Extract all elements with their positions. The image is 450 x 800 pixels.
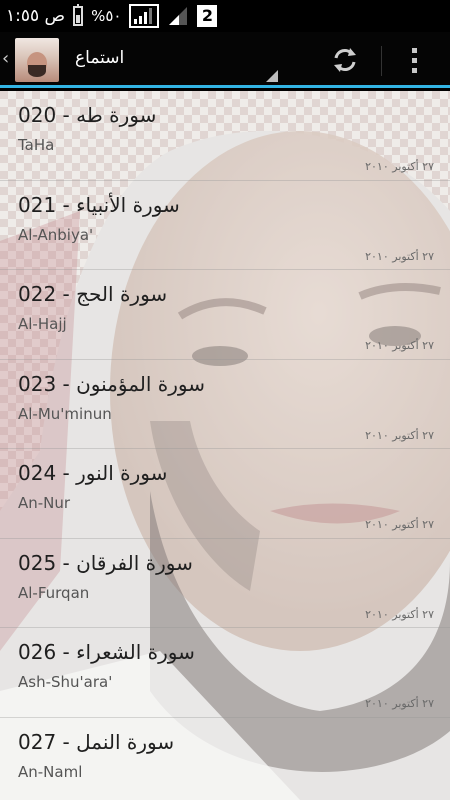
surah-title: 020 - سورة طه — [18, 103, 157, 127]
surah-transliteration: An-Naml — [18, 762, 83, 781]
item-date: ٢٧ أكتوبر ٢٠١٠ — [365, 518, 434, 531]
list-item[interactable]: 020 - سورة طه TaHa ٢٧ أكتوبر ٢٠١٠ — [0, 91, 450, 181]
list-item[interactable]: 027 - سورة النمل An-Naml — [0, 718, 450, 800]
surah-title: 026 - سورة الشعراء — [18, 640, 195, 664]
list-item[interactable]: 025 - سورة الفرقان Al-Furqan ٢٧ أكتوبر ٢… — [0, 539, 450, 628]
surah-transliteration: TaHa — [18, 136, 55, 154]
list-item[interactable]: 021 - سورة الأنبياء Al-Anbiya' ٢٧ أكتوبر… — [0, 181, 450, 270]
app-icon-avatar[interactable] — [15, 38, 59, 82]
battery-percent: %٥٠ — [91, 7, 122, 25]
surah-transliteration: Al-Anbiya' — [18, 225, 94, 244]
list-item[interactable]: 026 - سورة الشعراء Ash-Shu'ara' ٢٧ أكتوب… — [0, 628, 450, 718]
cell-signal-icon — [129, 4, 160, 28]
surah-transliteration: An-Nur — [18, 494, 71, 512]
spinner-indicator-icon[interactable] — [266, 70, 278, 82]
status-icons: ص ١:٥٥ %٥٠ 2 — [6, 4, 218, 28]
item-date: ٢٧ أكتوبر ٢٠١٠ — [365, 339, 434, 352]
action-bar: ‹ استماع — [0, 32, 450, 88]
status-bar: ص ١:٥٥ %٥٠ 2 — [0, 0, 450, 32]
wifi-signal-icon — [167, 5, 189, 27]
surah-transliteration: Ash-Shu'ara' — [18, 673, 113, 691]
surah-title: 021 - سورة الأنبياء — [18, 192, 180, 217]
item-date: ٢٧ أكتوبر ٢٠١٠ — [365, 249, 434, 263]
action-divider — [381, 46, 382, 76]
overflow-menu-icon[interactable] — [404, 46, 424, 76]
surah-transliteration: Al-Hajj — [18, 315, 67, 333]
item-date: ٢٧ أكتوبر ٢٠١٠ — [365, 160, 434, 173]
surah-list-screen: 020 - سورة طه TaHa ٢٧ أكتوبر ٢٠١٠ 021 - … — [0, 91, 450, 800]
surah-title: 027 - سورة النمل — [18, 729, 175, 754]
up-caret-icon[interactable]: ‹ — [2, 48, 9, 69]
clock: ص ١:٥٥ — [6, 6, 66, 26]
avatar-beard — [28, 65, 46, 77]
refresh-icon[interactable] — [330, 45, 360, 75]
list-item[interactable]: 022 - سورة الحج Al-Hajj ٢٧ أكتوبر ٢٠١٠ — [0, 270, 450, 360]
surah-list: 020 - سورة طه TaHa ٢٧ أكتوبر ٢٠١٠ 021 - … — [0, 91, 450, 800]
sim-badge: 2 — [197, 5, 218, 27]
surah-title: 022 - سورة الحج — [18, 282, 168, 306]
item-date: ٢٧ أكتوبر ٢٠١٠ — [365, 428, 434, 442]
item-date: ٢٧ أكتوبر ٢٠١٠ — [365, 607, 434, 621]
item-date: ٢٧ أكتوبر ٢٠١٠ — [365, 697, 434, 710]
surah-title: 025 - سورة الفرقان — [18, 550, 193, 575]
list-item[interactable]: 024 - سورة النور An-Nur ٢٧ أكتوبر ٢٠١٠ — [0, 449, 450, 539]
list-item[interactable]: 023 - سورة المؤمنون Al-Mu'minun ٢٧ أكتوب… — [0, 360, 450, 449]
surah-transliteration: Al-Furqan — [18, 583, 90, 602]
page-title[interactable]: استماع — [75, 48, 124, 68]
battery-icon — [73, 4, 84, 26]
surah-title: 024 - سورة النور — [18, 461, 168, 485]
surah-transliteration: Al-Mu'minun — [18, 404, 112, 423]
surah-title: 023 - سورة المؤمنون — [18, 371, 206, 396]
